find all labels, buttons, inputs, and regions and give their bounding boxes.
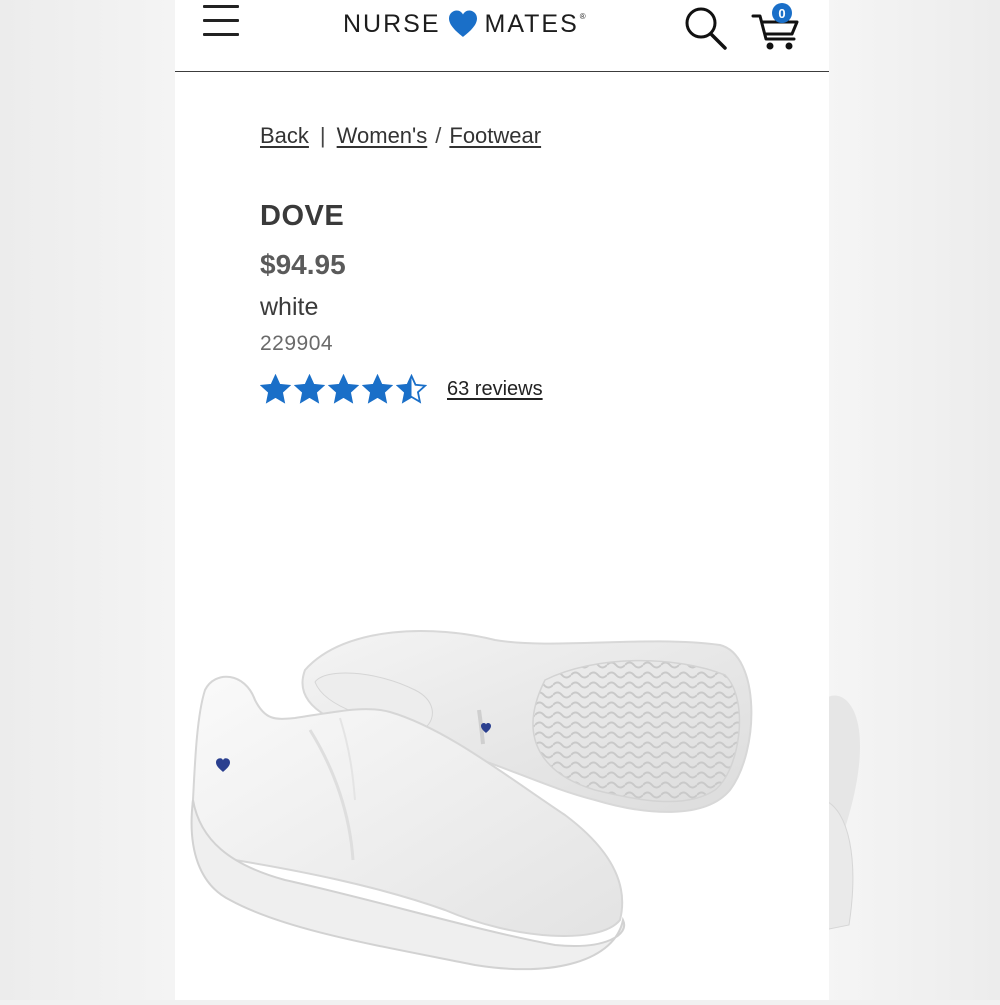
star-icon (362, 374, 393, 404)
breadcrumb-womens-link[interactable]: Women's (337, 123, 428, 149)
star-rating[interactable] (260, 374, 427, 405)
star-icon (396, 374, 427, 404)
mobile-page: NURSE MATES ® 0 Back | Women's / Footwea… (175, 0, 829, 1000)
product-rating: 63 reviews (260, 374, 543, 405)
registered-mark: ® (579, 11, 588, 21)
brand-name-left: NURSE (343, 9, 441, 38)
shopping-cart-icon[interactable]: 0 (751, 3, 801, 51)
brand-logo[interactable]: NURSE MATES ® (343, 8, 594, 40)
breadcrumb-back-link[interactable]: Back (260, 123, 309, 149)
breadcrumb-separator: / (435, 123, 442, 148)
product-sku: 229904 (260, 332, 334, 355)
next-product-image-peek (823, 695, 860, 931)
site-header: NURSE MATES ® 0 (175, 0, 829, 72)
breadcrumb-separator: | (319, 123, 326, 148)
star-icon (260, 374, 291, 404)
cart-count-badge: 0 (772, 3, 792, 23)
product-image[interactable] (175, 600, 829, 1000)
brand-name-right: MATES (484, 9, 579, 38)
product-price: $94.95 (260, 249, 346, 280)
search-icon[interactable] (683, 4, 729, 50)
product-color: white (260, 293, 319, 321)
star-icon (328, 374, 359, 404)
product-title: DOVE (260, 200, 345, 232)
background-right (823, 0, 1000, 1000)
heart-icon (448, 10, 477, 37)
background-left (0, 0, 175, 1000)
hamburger-menu-icon[interactable] (201, 2, 241, 40)
breadcrumb-footwear-link[interactable]: Footwear (449, 123, 541, 149)
reviews-link[interactable]: 63 reviews (447, 378, 543, 401)
breadcrumb: Back | Women's / Footwear (260, 123, 541, 149)
star-icon (294, 374, 325, 404)
